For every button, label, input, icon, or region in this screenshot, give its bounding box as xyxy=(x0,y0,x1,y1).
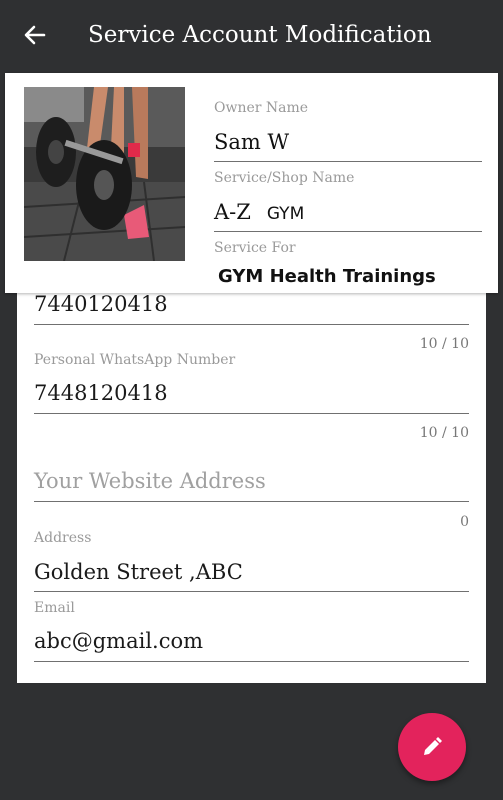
shop-name-label: Service/Shop Name xyxy=(214,170,355,186)
edit-button[interactable] xyxy=(398,713,466,781)
email-label: Email xyxy=(34,600,75,616)
owner-name-field[interactable]: Sam W xyxy=(214,130,289,154)
website-counter: 0 xyxy=(460,514,469,530)
email-field[interactable]: abc@gmail.com xyxy=(34,629,203,653)
phone-field[interactable]: 7440120418 xyxy=(34,292,168,316)
website-field[interactable]: Your Website Address xyxy=(34,469,266,493)
address-field[interactable]: Golden Street ,ABC xyxy=(34,560,243,584)
whatsapp-label: Personal WhatsApp Number xyxy=(34,352,236,368)
back-button[interactable] xyxy=(18,18,52,52)
phone-underline xyxy=(34,324,469,325)
shop-name-underline xyxy=(214,231,482,232)
shop-name-field[interactable]: A-Z GYM xyxy=(214,200,304,224)
contact-form-card: 7440120418 10 / 10 Personal WhatsApp Num… xyxy=(17,280,486,683)
owner-name-label: Owner Name xyxy=(214,100,309,116)
whatsapp-counter: 10 / 10 xyxy=(419,425,469,441)
email-underline xyxy=(34,661,469,662)
phone-counter: 10 / 10 xyxy=(419,336,469,352)
shop-name-part-a: A-Z xyxy=(214,200,251,224)
address-underline xyxy=(34,591,469,592)
service-for-label: Service For xyxy=(214,240,296,256)
whatsapp-underline xyxy=(34,413,469,414)
shop-name-part-b: GYM xyxy=(266,204,305,224)
gym-photo-image xyxy=(24,87,185,261)
pencil-icon xyxy=(424,737,442,755)
whatsapp-field[interactable]: 7448120418 xyxy=(34,381,168,405)
service-for-field[interactable]: GYM Health Trainings xyxy=(218,266,436,287)
profile-card: Owner Name Sam W Service/Shop Name A-Z GY… xyxy=(5,73,498,293)
address-label: Address xyxy=(34,530,92,546)
app-bar: Service Account Modification xyxy=(0,0,503,70)
profile-photo[interactable] xyxy=(24,87,185,261)
owner-name-underline xyxy=(214,161,482,162)
website-underline xyxy=(34,501,469,502)
page-title: Service Account Modification xyxy=(88,22,432,48)
arrow-left-icon xyxy=(24,25,46,45)
